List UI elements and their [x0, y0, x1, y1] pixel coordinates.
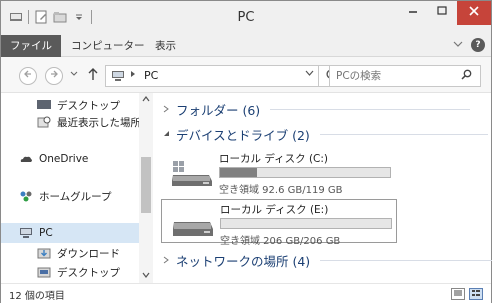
tab-computer[interactable]: コンピューター	[71, 35, 145, 57]
pc-icon	[111, 70, 125, 82]
help-button[interactable]: ?	[471, 38, 485, 52]
maximize-icon	[437, 6, 447, 15]
up-arrow-icon	[88, 68, 98, 80]
address-dropdown-icon[interactable]	[305, 69, 314, 80]
title-bar: PC	[1, 1, 491, 35]
search-box	[329, 65, 481, 87]
back-button[interactable]	[19, 67, 37, 85]
downloads-icon	[37, 247, 51, 259]
sidebar-item-label: ホームグループ	[39, 190, 112, 203]
minimize-icon	[409, 11, 417, 13]
address-bar[interactable]: PC	[105, 65, 319, 87]
navigation-pane: デスクトップ 最近表示した場所 OneDrive ホームグループ PC ダウンロ…	[1, 93, 155, 283]
sidebar-item-label: PC	[39, 227, 53, 239]
explorer-window: PC ファイル コンピューター 表示 ? PC PCの検索 デスクトップ 最近表…	[0, 0, 492, 303]
scroll-thumb[interactable]	[141, 157, 151, 213]
group-divider	[320, 260, 492, 261]
tab-view[interactable]: 表示	[155, 35, 176, 57]
group-header-devices[interactable]: デバイスとドライブ (2)	[163, 125, 488, 144]
breadcrumb-separator-icon[interactable]	[130, 69, 136, 82]
group-header-folders[interactable]: フォルダー (6)	[163, 100, 471, 119]
status-bar: 12 個の項目	[1, 283, 491, 303]
tiles-view-icon[interactable]	[469, 288, 483, 300]
drive-name: ローカル ディスク (E:)	[220, 204, 329, 216]
drive-free-space: 空き領域 206 GB/206 GB	[220, 236, 341, 247]
sidebar-scrollbar[interactable]	[139, 93, 153, 283]
group-title: フォルダー (6)	[176, 103, 261, 118]
expand-ribbon-icon[interactable]	[453, 40, 463, 51]
sidebar-item-label: OneDrive	[39, 153, 89, 165]
sidebar-item-label: デスクトップ	[57, 266, 120, 279]
homegroup-icon	[19, 190, 33, 202]
sidebar-item-recent-places[interactable]: 最近表示した場所	[37, 112, 141, 132]
sidebar-item-onedrive[interactable]: OneDrive	[19, 149, 88, 169]
up-button[interactable]	[87, 67, 99, 85]
sidebar-item-desktop-folder[interactable]: デスクトップ	[37, 262, 120, 282]
desktop-icon	[37, 99, 51, 111]
windows-drive-icon	[171, 161, 213, 187]
recent-locations-icon[interactable]	[70, 70, 78, 79]
drive-free-space: 空き領域 92.6 GB/119 GB	[219, 185, 343, 196]
content-pane: フォルダー (6) デバイスとドライブ (2) ローカル ディスク (C:) 空…	[157, 93, 492, 283]
collapse-arrow-icon	[163, 130, 171, 139]
pc-icon	[19, 227, 33, 239]
drive-usage-bar	[219, 167, 391, 178]
breadcrumb-pc[interactable]: PC	[144, 69, 158, 82]
scroll-up-icon[interactable]	[139, 93, 153, 107]
sidebar-item-pc[interactable]: PC	[1, 223, 139, 243]
close-button[interactable]	[457, 1, 491, 25]
view-switcher	[451, 288, 483, 300]
tab-file[interactable]: ファイル	[1, 35, 61, 57]
group-title: ネットワークの場所 (4)	[176, 254, 311, 269]
expand-arrow-icon	[163, 105, 171, 115]
drive-c[interactable]: ローカル ディスク (C:) 空き領域 92.6 GB/119 GB	[167, 149, 397, 196]
group-divider	[319, 134, 488, 135]
drive-name: ローカル ディスク (C:)	[219, 153, 329, 165]
onedrive-icon	[19, 153, 33, 165]
back-arrow-icon	[24, 70, 31, 78]
recent-places-icon	[37, 116, 51, 128]
scroll-down-icon[interactable]	[139, 269, 153, 283]
sidebar-item-homegroup[interactable]: ホームグループ	[19, 186, 112, 206]
sidebar-item-label: ダウンロード	[57, 247, 120, 260]
forward-button[interactable]	[45, 67, 63, 85]
group-divider	[270, 109, 471, 110]
ribbon-tabs: ファイル コンピューター 表示 ?	[1, 35, 491, 57]
navigation-bar: PC	[1, 57, 491, 93]
drive-icon	[172, 212, 214, 238]
drive-usage-fill	[220, 168, 258, 177]
desktop-folder-icon	[37, 266, 51, 278]
forward-arrow-icon	[51, 70, 58, 78]
sidebar-item-label: 最近表示した場所	[57, 116, 141, 129]
details-view-icon[interactable]	[451, 288, 465, 300]
search-icon[interactable]	[461, 69, 472, 83]
drive-usage-bar	[220, 218, 392, 229]
sidebar-item-label: デスクトップ	[57, 99, 120, 112]
sidebar-item-downloads[interactable]: ダウンロード	[37, 243, 120, 263]
drive-e[interactable]: ローカル ディスク (E:) 空き領域 206 GB/206 GB	[161, 199, 397, 247]
maximize-button[interactable]	[428, 1, 456, 25]
group-header-network[interactable]: ネットワークの場所 (4)	[163, 251, 492, 270]
group-title: デバイスとドライブ (2)	[176, 128, 310, 143]
expand-arrow-icon	[163, 256, 171, 266]
ribbon-controls: ?	[453, 38, 485, 52]
minimize-button[interactable]	[399, 1, 427, 25]
close-icon	[469, 6, 479, 16]
item-count: 12 個の項目	[9, 291, 65, 302]
search-input[interactable]	[330, 66, 450, 86]
